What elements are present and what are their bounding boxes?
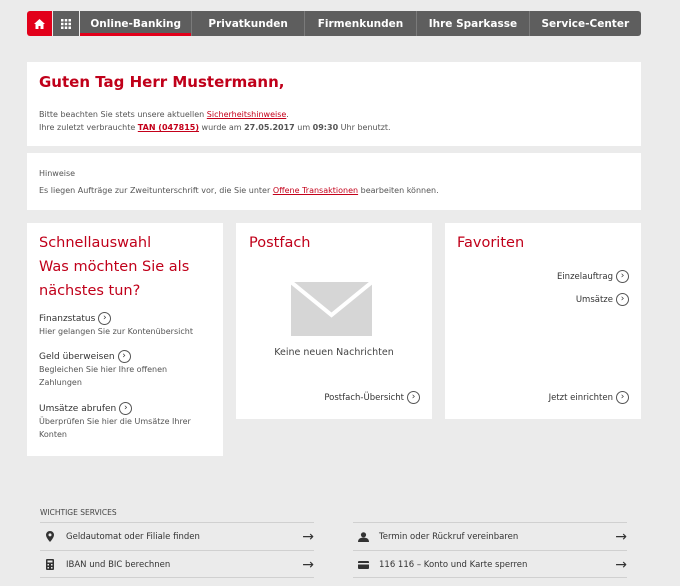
favorites-title: Favoriten xyxy=(457,235,525,251)
tan-notice-end: Uhr benutzt. xyxy=(338,123,391,132)
tan-notice-mid2: um xyxy=(294,123,313,132)
notice-heading: Hinweise xyxy=(39,169,76,178)
quick-item-finanzstatus[interactable]: Finanzstatus › Hier gelangen Sie zur Kont… xyxy=(39,312,217,338)
quick-item-transfer[interactable]: Geld überweisen › Begleichen Sie hier Ihr… xyxy=(39,350,209,389)
chevron-right-icon: › xyxy=(407,391,420,404)
favorite-label: Einzelauftrag xyxy=(556,272,613,282)
setup-favorites-label: Jetzt einrichten xyxy=(548,393,613,403)
mailbox-overview-link[interactable]: Postfach-Übersicht › xyxy=(324,391,420,404)
notice-text-post: bearbeiten können. xyxy=(358,186,439,195)
favorite-label: Umsätze xyxy=(575,295,613,305)
chevron-right-icon: › xyxy=(117,350,131,363)
security-notice: Bitte beachten Sie stets unsere aktuelle… xyxy=(39,108,289,121)
quick-item-title: Geld überweisen xyxy=(39,352,115,362)
home-button[interactable] xyxy=(27,11,52,36)
chevron-right-icon: › xyxy=(98,312,112,325)
notice-card: Hinweise Es liegen Aufträge zur Zweitunt… xyxy=(27,153,641,210)
main-nav: Online-Banking Privatkunden Firmenkunden… xyxy=(80,11,641,36)
open-transactions-link[interactable]: Offene Transaktionen xyxy=(273,186,358,195)
tab-service-center[interactable]: Service-Center xyxy=(528,11,641,36)
security-notice-text: Bitte beachten Sie stets unsere aktuelle… xyxy=(39,110,207,119)
service-label: Termin oder Rückruf vereinbaren xyxy=(379,531,519,542)
mailbox-overview-label: Postfach-Übersicht xyxy=(324,393,404,403)
quick-title-line1: Schnellauswahl xyxy=(39,235,152,251)
tan-link[interactable]: TAN (047815) xyxy=(138,123,199,132)
quick-title: Schnellauswahl Was möchten Sie als nächs… xyxy=(39,231,189,303)
quick-title-line2: Was möchten Sie als xyxy=(39,259,190,275)
arrow-right-icon: → xyxy=(302,556,314,573)
arrow-right-icon: → xyxy=(302,528,314,545)
tan-time: 09:30 xyxy=(312,123,339,132)
setup-favorites-link[interactable]: Jetzt einrichten › xyxy=(549,391,629,404)
arrow-right-icon: → xyxy=(615,528,627,545)
service-appointment[interactable]: Termin oder Rückruf vereinbaren → xyxy=(353,522,627,550)
greeting-title: Guten Tag Herr Mustermann, xyxy=(39,73,285,91)
grid-icon xyxy=(61,18,71,29)
quick-item-desc: Begleichen Sie hier Ihre offenen Zahlung… xyxy=(39,365,168,387)
mailbox-empty-text: Keine neuen Nachrichten xyxy=(274,347,394,358)
tan-notice: Ihre zuletzt verbrauchte TAN (047815) wu… xyxy=(39,121,391,134)
quick-item-desc: Hier gelangen Sie zur Kontenübersicht xyxy=(39,327,193,336)
calculator-icon xyxy=(40,559,60,570)
services-heading: WICHTIGE SERVICES xyxy=(40,508,117,517)
security-notice-end: . xyxy=(286,110,289,119)
quick-title-line3: nächstes tun? xyxy=(39,283,141,299)
home-icon xyxy=(34,18,45,29)
greeting-card: Guten Tag Herr Mustermann, Bitte beachte… xyxy=(27,62,641,146)
favorite-transactions[interactable]: Umsätze › xyxy=(576,293,629,306)
person-icon xyxy=(353,531,373,542)
chevron-right-icon: › xyxy=(616,270,629,283)
service-find-atm[interactable]: Geldautomat oder Filiale finden → xyxy=(40,522,314,550)
notice-text: Es liegen Aufträge zur Zweitunterschrift… xyxy=(39,184,439,197)
card-icon xyxy=(353,560,373,569)
favorites-card: Favoriten Einzelauftrag › Umsätze › Jetzt … xyxy=(445,223,641,419)
mailbox-title: Postfach xyxy=(249,235,311,251)
mailbox-card: Postfach Keine neuen Nachrichten Postfac… xyxy=(236,223,432,419)
quick-selection-card: Schnellauswahl Was möchten Sie als nächs… xyxy=(27,223,223,456)
service-label: Geldautomat oder Filiale finden xyxy=(66,531,200,542)
service-label: 116 116 – Konto und Karte sperren xyxy=(379,559,528,570)
favorite-single-order[interactable]: Einzelauftrag › xyxy=(557,270,629,283)
tan-notice-text: Ihre zuletzt verbrauchte xyxy=(39,123,138,132)
quick-item-title: Umsätze abrufen xyxy=(39,404,117,414)
tab-online-banking[interactable]: Online-Banking xyxy=(80,11,192,36)
service-iban-bic[interactable]: IBAN und BIC berechnen → xyxy=(40,550,314,578)
tab-firmenkunden[interactable]: Firmenkunden xyxy=(303,11,416,36)
chevron-right-icon: › xyxy=(616,391,629,404)
tab-ihre-sparkasse[interactable]: Ihre Sparkasse xyxy=(416,11,528,36)
quick-item-title: Finanzstatus xyxy=(39,314,96,324)
envelope-icon xyxy=(291,282,372,336)
service-block-card[interactable]: 116 116 – Konto und Karte sperren → xyxy=(353,550,627,578)
quick-item-desc: Überprüfen Sie hier die Umsätze Ihrer Ko… xyxy=(39,417,191,439)
quick-item-transactions[interactable]: Umsätze abrufen › Überprüfen Sie hier die… xyxy=(39,402,209,441)
tan-notice-mid: wurde am xyxy=(199,123,245,132)
chevron-right-icon: › xyxy=(616,293,629,306)
tan-date: 27.05.2017 xyxy=(244,123,295,132)
arrow-right-icon: → xyxy=(615,556,627,573)
security-hints-link[interactable]: Sicherheitshinweise xyxy=(207,110,287,119)
chevron-right-icon: › xyxy=(119,402,133,415)
apps-grid-button[interactable] xyxy=(53,11,79,36)
tab-privatkunden[interactable]: Privatkunden xyxy=(191,11,303,36)
map-pin-icon xyxy=(40,531,60,542)
notice-text-pre: Es liegen Aufträge zur Zweitunterschrift… xyxy=(39,186,273,195)
service-label: IBAN und BIC berechnen xyxy=(66,559,171,570)
